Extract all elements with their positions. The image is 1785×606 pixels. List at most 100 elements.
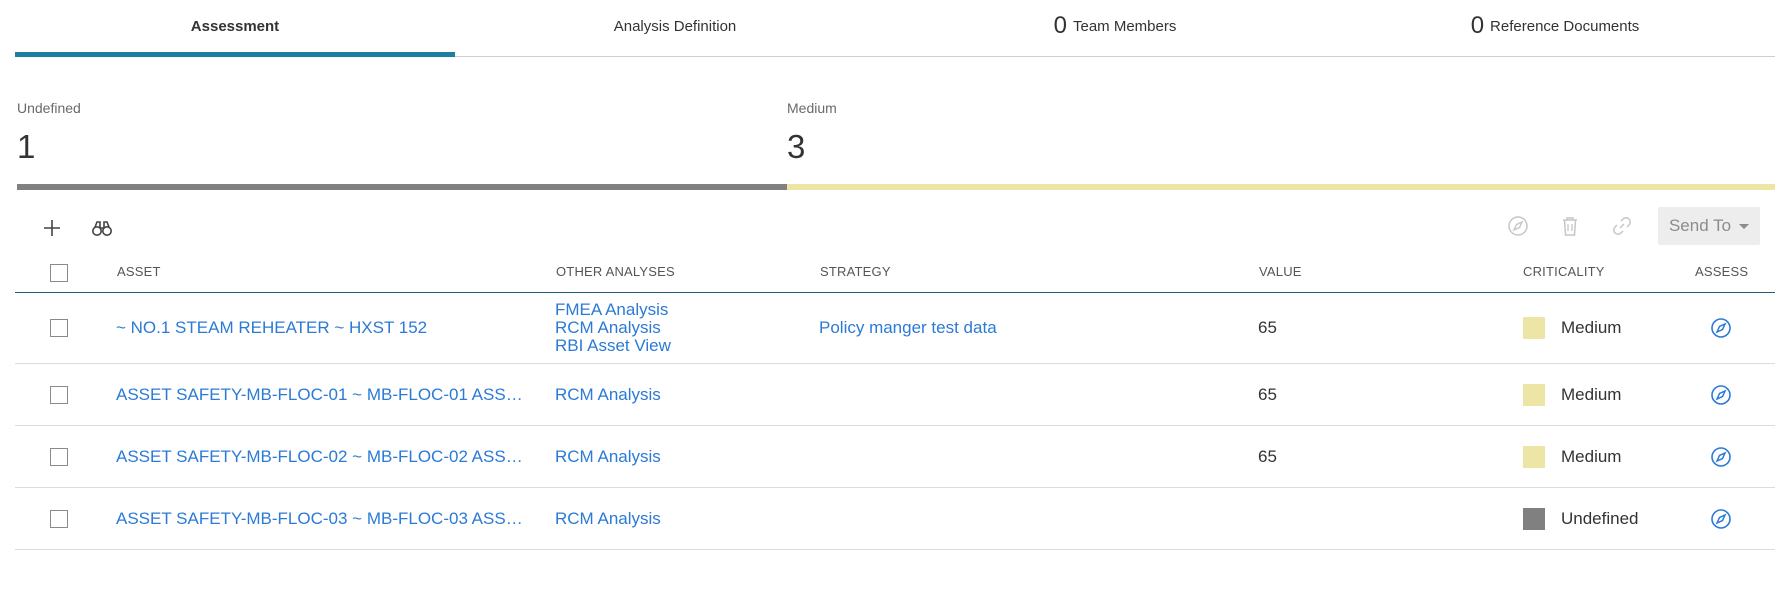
analysis-link[interactable]: FMEA Analysis <box>555 301 668 319</box>
asset-cell: ASSET SAFETY-MB-FLOC-03 ~ MB-FLOC-03 ASS… <box>116 488 526 549</box>
value-text: 65 <box>1258 446 1277 466</box>
tab-label: Analysis Definition <box>613 17 737 35</box>
send-to-label: Send To <box>1668 216 1732 235</box>
table-row: ~ NO.1 STEAM REHEATER ~ HXST 152 FMEA An… <box>15 293 1775 364</box>
row-checkbox-cell <box>50 426 68 487</box>
criticality-swatch <box>1523 317 1545 339</box>
asset-link[interactable]: ~ NO.1 STEAM REHEATER ~ HXST 152 <box>116 318 427 338</box>
value-text: 65 <box>1258 384 1277 404</box>
asset-link[interactable]: ASSET SAFETY-MB-FLOC-01 ~ MB-FLOC-01 ASS… <box>116 385 526 405</box>
strategy-cell: Policy manger test data <box>819 293 997 363</box>
find-button[interactable] <box>86 212 118 244</box>
tab-analysis-definition[interactable]: Analysis Definition <box>455 0 895 56</box>
other-analyses-cell: FMEA Analysis RCM Analysis RBI Asset Vie… <box>555 293 671 363</box>
link-button[interactable] <box>1606 210 1638 242</box>
row-checkbox[interactable] <box>50 447 68 466</box>
analysis-link[interactable]: RCM Analysis <box>555 447 661 467</box>
criticality-text: Medium <box>1561 446 1622 466</box>
link-icon <box>1613 217 1631 235</box>
select-all-checkbox-cell <box>50 264 68 282</box>
add-button[interactable] <box>36 212 68 244</box>
row-checkbox-cell <box>50 488 68 549</box>
criticality-swatch <box>1523 507 1545 530</box>
criticality-cell: Medium <box>1523 364 1621 425</box>
analysis-link[interactable]: RBI Asset View <box>555 337 671 355</box>
assess-selected-button[interactable] <box>1502 210 1534 242</box>
summary-count: 3 <box>787 128 806 165</box>
summary-label: Undefined <box>17 100 81 116</box>
tab-assessment[interactable]: Assessment <box>15 0 455 57</box>
criticality-cell: Undefined <box>1523 488 1639 549</box>
assess-cell <box>1710 364 1732 425</box>
asset-cell: ~ NO.1 STEAM REHEATER ~ HXST 152 <box>116 293 427 363</box>
tab-count: 0 <box>1470 12 1485 39</box>
tab-reference-documents[interactable]: 0 Reference Documents <box>1335 0 1775 56</box>
header-asset[interactable]: ASSET <box>117 264 161 279</box>
asset-criticality-page: Assessment Analysis Definition 0 Team Me… <box>0 0 1785 606</box>
delete-button[interactable] <box>1554 210 1586 242</box>
assess-cell <box>1710 426 1732 487</box>
trash-icon <box>1563 217 1577 236</box>
asset-link[interactable]: ASSET SAFETY-MB-FLOC-03 ~ MB-FLOC-03 ASS… <box>116 509 526 529</box>
value-cell: 65 <box>1258 426 1277 487</box>
table-row: ASSET SAFETY-MB-FLOC-02 ~ MB-FLOC-02 ASS… <box>15 426 1775 488</box>
criticality-text: Medium <box>1561 384 1622 404</box>
toolbar-right: Send To <box>1502 207 1760 245</box>
toolbar-left <box>36 212 118 244</box>
compass-icon[interactable] <box>1710 317 1732 339</box>
tab-bar: Assessment Analysis Definition 0 Team Me… <box>15 0 1775 57</box>
criticality-text: Undefined <box>1561 508 1639 528</box>
other-analyses-cell: RCM Analysis <box>555 426 661 487</box>
binoculars-icon <box>92 221 112 236</box>
row-checkbox[interactable] <box>50 509 68 528</box>
row-checkbox-cell <box>50 293 68 363</box>
summary-count: 1 <box>17 128 36 165</box>
value-text: 65 <box>1258 318 1277 337</box>
compass-icon <box>1508 216 1528 236</box>
asset-cell: ASSET SAFETY-MB-FLOC-01 ~ MB-FLOC-01 ASS… <box>116 364 526 425</box>
summary-label: Medium <box>787 100 837 116</box>
value-cell: 65 <box>1258 293 1277 363</box>
criticality-cell: Medium <box>1523 293 1621 363</box>
assess-cell <box>1710 293 1732 363</box>
row-checkbox-cell <box>50 364 68 425</box>
summary-segment-undefined[interactable]: Undefined 1 <box>17 100 787 190</box>
send-to-dropdown[interactable]: Send To <box>1658 207 1760 245</box>
table-row: ASSET SAFETY-MB-FLOC-03 ~ MB-FLOC-03 ASS… <box>15 488 1775 550</box>
summary-bar <box>787 184 1775 190</box>
criticality-cell: Medium <box>1523 426 1621 487</box>
row-checkbox[interactable] <box>50 319 68 337</box>
caret-down-icon <box>1739 223 1750 229</box>
other-analyses-cell: RCM Analysis <box>555 364 661 425</box>
value-cell: 65 <box>1258 364 1277 425</box>
table-row: ASSET SAFETY-MB-FLOC-01 ~ MB-FLOC-01 ASS… <box>15 364 1775 426</box>
select-all-checkbox[interactable] <box>50 264 68 282</box>
assess-cell <box>1710 488 1732 549</box>
header-value[interactable]: VALUE <box>1259 264 1302 279</box>
table-header: ASSET OTHER ANALYSES STRATEGY VALUE CRIT… <box>15 255 1775 293</box>
plus-icon <box>44 220 60 236</box>
asset-cell: ASSET SAFETY-MB-FLOC-02 ~ MB-FLOC-02 ASS… <box>116 426 526 487</box>
analysis-link[interactable]: RCM Analysis <box>555 319 661 337</box>
header-strategy[interactable]: STRATEGY <box>820 264 891 279</box>
header-other-analyses[interactable]: OTHER ANALYSES <box>556 264 675 279</box>
tab-team-members[interactable]: 0 Team Members <box>895 0 1335 56</box>
analysis-link[interactable]: RCM Analysis <box>555 385 661 405</box>
strategy-link[interactable]: Policy manger test data <box>819 318 997 338</box>
summary-bar <box>17 184 787 190</box>
criticality-swatch <box>1523 445 1545 468</box>
tab-label: Reference Documents <box>1490 17 1640 35</box>
criticality-text: Medium <box>1561 318 1622 337</box>
tab-label: Team Members <box>1073 17 1177 35</box>
row-checkbox[interactable] <box>50 385 68 404</box>
tab-count: 0 <box>1053 12 1067 39</box>
header-criticality[interactable]: CRITICALITY <box>1523 264 1605 279</box>
compass-icon[interactable] <box>1710 446 1732 468</box>
compass-icon[interactable] <box>1710 384 1732 406</box>
header-assess[interactable]: ASSESS <box>1695 264 1748 279</box>
summary-segment-medium[interactable]: Medium 3 <box>787 100 1775 190</box>
criticality-swatch <box>1523 383 1545 406</box>
asset-link[interactable]: ASSET SAFETY-MB-FLOC-02 ~ MB-FLOC-02 ASS… <box>116 447 526 467</box>
compass-icon[interactable] <box>1710 508 1732 530</box>
analysis-link[interactable]: RCM Analysis <box>555 509 661 529</box>
